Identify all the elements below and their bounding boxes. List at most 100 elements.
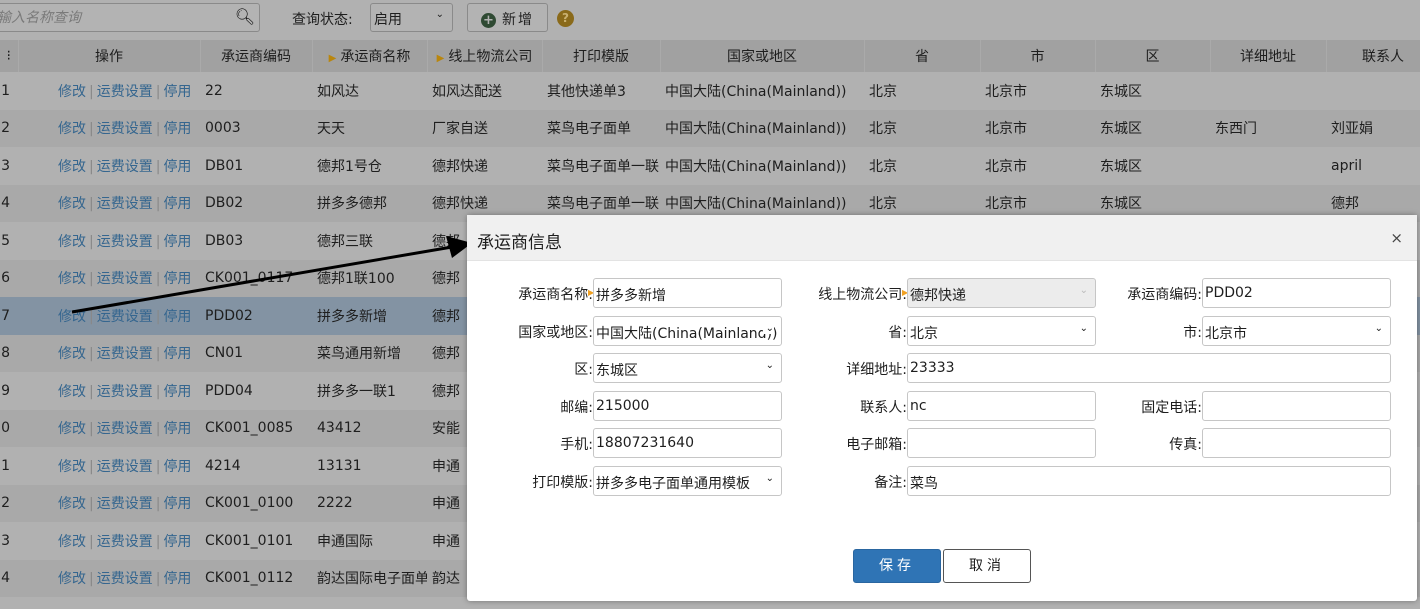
chevron-down-icon: ⌄ xyxy=(435,9,444,20)
edit-link[interactable]: 修改 xyxy=(58,121,86,137)
table-row[interactable]: 1 修改 | 运费设置 | 停用 22 如风达 如风达配送 其他快递单3 中国大陆(China(Ma… xyxy=(0,72,1420,110)
disable-link[interactable]: 停用 xyxy=(163,384,191,400)
column-header[interactable]: 打印模版 xyxy=(542,40,661,72)
table-cell: april xyxy=(1326,147,1420,185)
freight-settings-link[interactable]: 运费设置 xyxy=(97,309,153,325)
column-header[interactable]: 操作 xyxy=(18,40,201,72)
freight-settings-link[interactable]: 运费设置 xyxy=(97,346,153,362)
search-input[interactable] xyxy=(0,4,231,31)
status-select[interactable]: 启用 ⌄ xyxy=(370,3,453,32)
freight-settings-link[interactable]: 运费设置 xyxy=(97,571,153,587)
edit-link[interactable]: 修改 xyxy=(58,159,86,175)
table-cell: 北京市 xyxy=(980,109,1095,147)
table-cell: 拼多多一联1 xyxy=(312,372,427,410)
separator: | xyxy=(155,383,161,400)
disable-link[interactable]: 停用 xyxy=(163,159,191,175)
province-select[interactable]: 北京 ⌄ xyxy=(907,315,1096,346)
disable-link[interactable]: 停用 xyxy=(163,496,191,512)
column-header[interactable]: 市 xyxy=(980,40,1096,72)
freight-settings-link[interactable]: 运费设置 xyxy=(97,84,153,100)
mobile-input[interactable]: 18807231640 xyxy=(593,428,782,458)
edit-link[interactable]: 修改 xyxy=(58,459,86,475)
table-cell: 北京 xyxy=(864,109,980,147)
column-header[interactable]: 联系人 xyxy=(1326,40,1420,72)
plus-icon: + xyxy=(481,13,496,28)
separator: | xyxy=(155,308,161,325)
template-select[interactable]: 拼多多电子面单通用模板 ⌄ xyxy=(593,465,782,496)
disable-link[interactable]: 停用 xyxy=(163,346,191,362)
disable-link[interactable]: 停用 xyxy=(163,234,191,250)
disable-link[interactable]: 停用 xyxy=(163,459,191,475)
phone-input[interactable] xyxy=(1202,390,1391,421)
form-row: 承运商名称: ▶ 拼多多新增 线上物流公司: ▶ 德邦快递 ⌄ 承运商编码: PDD02 xyxy=(467,278,1417,308)
column-header[interactable]: 国家或地区 xyxy=(660,40,865,72)
column-menu-icon[interactable]: ⁝ xyxy=(0,40,19,72)
close-icon[interactable]: × xyxy=(1390,229,1403,247)
save-button[interactable]: 保存 xyxy=(853,549,941,583)
disable-link[interactable]: 停用 xyxy=(163,534,191,550)
help-icon[interactable]: ? xyxy=(557,10,574,27)
freight-settings-link[interactable]: 运费设置 xyxy=(97,384,153,400)
freight-settings-link[interactable]: 运费设置 xyxy=(97,421,153,437)
freight-settings-link[interactable]: 运费设置 xyxy=(97,496,153,512)
edit-link[interactable]: 修改 xyxy=(58,571,86,587)
table-row[interactable]: 3 修改 | 运费设置 | 停用 DB01 德邦1号仓 德邦快递 菜鸟电子面单一联 中国大陆(Chi… xyxy=(0,147,1420,185)
column-header[interactable]: 详细地址 xyxy=(1210,40,1327,72)
freight-settings-link[interactable]: 运费设置 xyxy=(97,459,153,475)
edit-link[interactable]: 修改 xyxy=(58,534,86,550)
row-number: 6 xyxy=(0,259,18,297)
edit-link[interactable]: 修改 xyxy=(58,234,86,250)
freight-settings-link[interactable]: 运费设置 xyxy=(97,159,153,175)
freight-settings-link[interactable]: 运费设置 xyxy=(97,534,153,550)
edit-link[interactable]: 修改 xyxy=(58,346,86,362)
freight-settings-link[interactable]: 运费设置 xyxy=(97,196,153,212)
table-cell: 厂家自送 xyxy=(427,109,542,147)
email-input[interactable] xyxy=(907,428,1096,458)
column-header[interactable]: ▶ 承运商名称 xyxy=(312,40,428,72)
table-cell: 菜鸟电子面单 xyxy=(542,109,660,147)
column-header[interactable]: 省 xyxy=(864,40,981,72)
address-input[interactable]: 23333 xyxy=(907,353,1391,383)
freight-settings-link[interactable]: 运费设置 xyxy=(97,271,153,287)
freight-settings-link[interactable]: 运费设置 xyxy=(97,121,153,137)
disable-link[interactable]: 停用 xyxy=(163,121,191,137)
row-number: 14 xyxy=(0,559,18,597)
contact-input[interactable]: nc xyxy=(907,390,1096,421)
edit-link[interactable]: 修改 xyxy=(58,496,86,512)
column-header-label: 国家或地区 xyxy=(727,49,797,65)
freight-settings-link[interactable]: 运费设置 xyxy=(97,234,153,250)
table-row[interactable]: 2 修改 | 运费设置 | 停用 0003 天天 厂家自送 菜鸟电子面单 中国大陆(China(Ma… xyxy=(0,109,1420,147)
column-header[interactable]: 区 xyxy=(1095,40,1211,72)
remark-input[interactable]: 菜鸟 xyxy=(907,465,1391,496)
disable-link[interactable]: 停用 xyxy=(163,571,191,587)
separator: | xyxy=(89,83,94,100)
company-value: 德邦快递 xyxy=(910,288,966,304)
edit-link[interactable]: 修改 xyxy=(58,84,86,100)
row-actions: 修改 | 运费设置 | 停用 xyxy=(18,297,200,335)
edit-link[interactable]: 修改 xyxy=(58,196,86,212)
chevron-down-icon: ⌄ xyxy=(762,472,774,484)
disable-link[interactable]: 停用 xyxy=(163,309,191,325)
edit-link[interactable]: 修改 xyxy=(58,309,86,325)
column-header[interactable]: 承运商编码 xyxy=(200,40,313,72)
edit-link[interactable]: 修改 xyxy=(58,384,86,400)
sort-icon: ▶ xyxy=(436,53,445,64)
name-input[interactable]: 拼多多新增 xyxy=(593,278,782,308)
disable-link[interactable]: 停用 xyxy=(163,196,191,212)
city-select[interactable]: 北京市 ⌄ xyxy=(1202,315,1391,346)
separator: | xyxy=(89,196,94,213)
disable-link[interactable]: 停用 xyxy=(163,271,191,287)
district-select[interactable]: 东城区 ⌄ xyxy=(593,353,782,383)
column-header[interactable]: ▶ 线上物流公司 xyxy=(427,40,543,72)
cancel-button[interactable]: 取消 xyxy=(943,549,1031,583)
edit-link[interactable]: 修改 xyxy=(58,271,86,287)
edit-link[interactable]: 修改 xyxy=(58,421,86,437)
disable-link[interactable]: 停用 xyxy=(163,421,191,437)
code-input[interactable]: PDD02 xyxy=(1202,278,1391,308)
disable-link[interactable]: 停用 xyxy=(163,84,191,100)
fax-input[interactable] xyxy=(1202,428,1391,458)
zip-input[interactable]: 215000 xyxy=(593,390,782,421)
add-button[interactable]: + 新增 xyxy=(467,3,548,32)
search-icon[interactable]: 🔍︎ xyxy=(235,7,255,26)
country-select[interactable]: 中国大陆(China(Mainland)) ⌄ xyxy=(593,315,782,346)
